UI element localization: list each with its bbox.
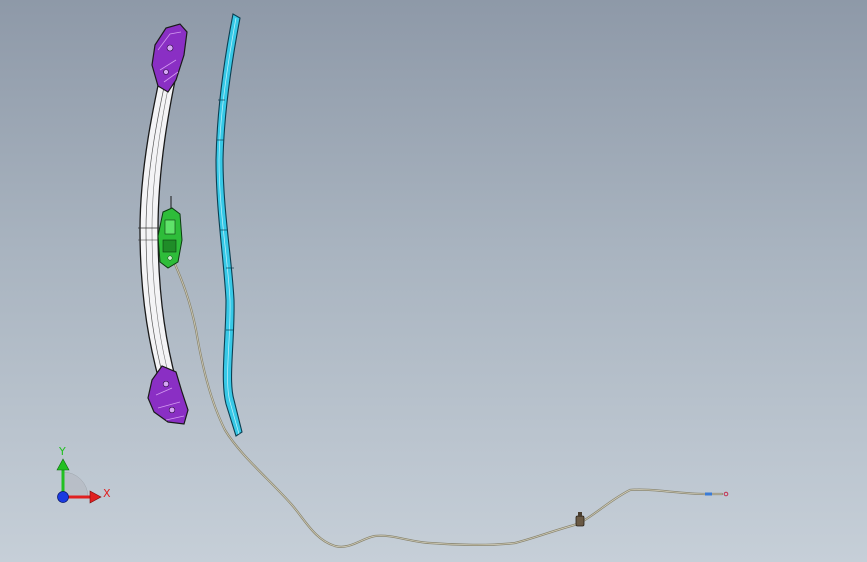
bumper-bottom-end-bracket[interactable] (147, 365, 189, 425)
cable-harness-wire-highlight (173, 261, 723, 548)
cable-connector[interactable] (575, 512, 585, 527)
triad-x-label: X (103, 487, 111, 500)
reinforcement-strip[interactable] (215, 13, 243, 437)
cable-harness-wire (172, 260, 724, 548)
cad-graphics-viewport[interactable]: Y X (0, 0, 867, 562)
sensor-bracket[interactable] (157, 196, 183, 269)
cable-harness[interactable] (172, 260, 729, 548)
triad-y-label: Y (58, 445, 66, 458)
bumper-top-end-bracket[interactable] (151, 23, 188, 93)
triad-z-axis-origin (57, 491, 69, 503)
reference-triad: Y X (56, 445, 111, 504)
reinforcement-strip-body (215, 13, 243, 437)
